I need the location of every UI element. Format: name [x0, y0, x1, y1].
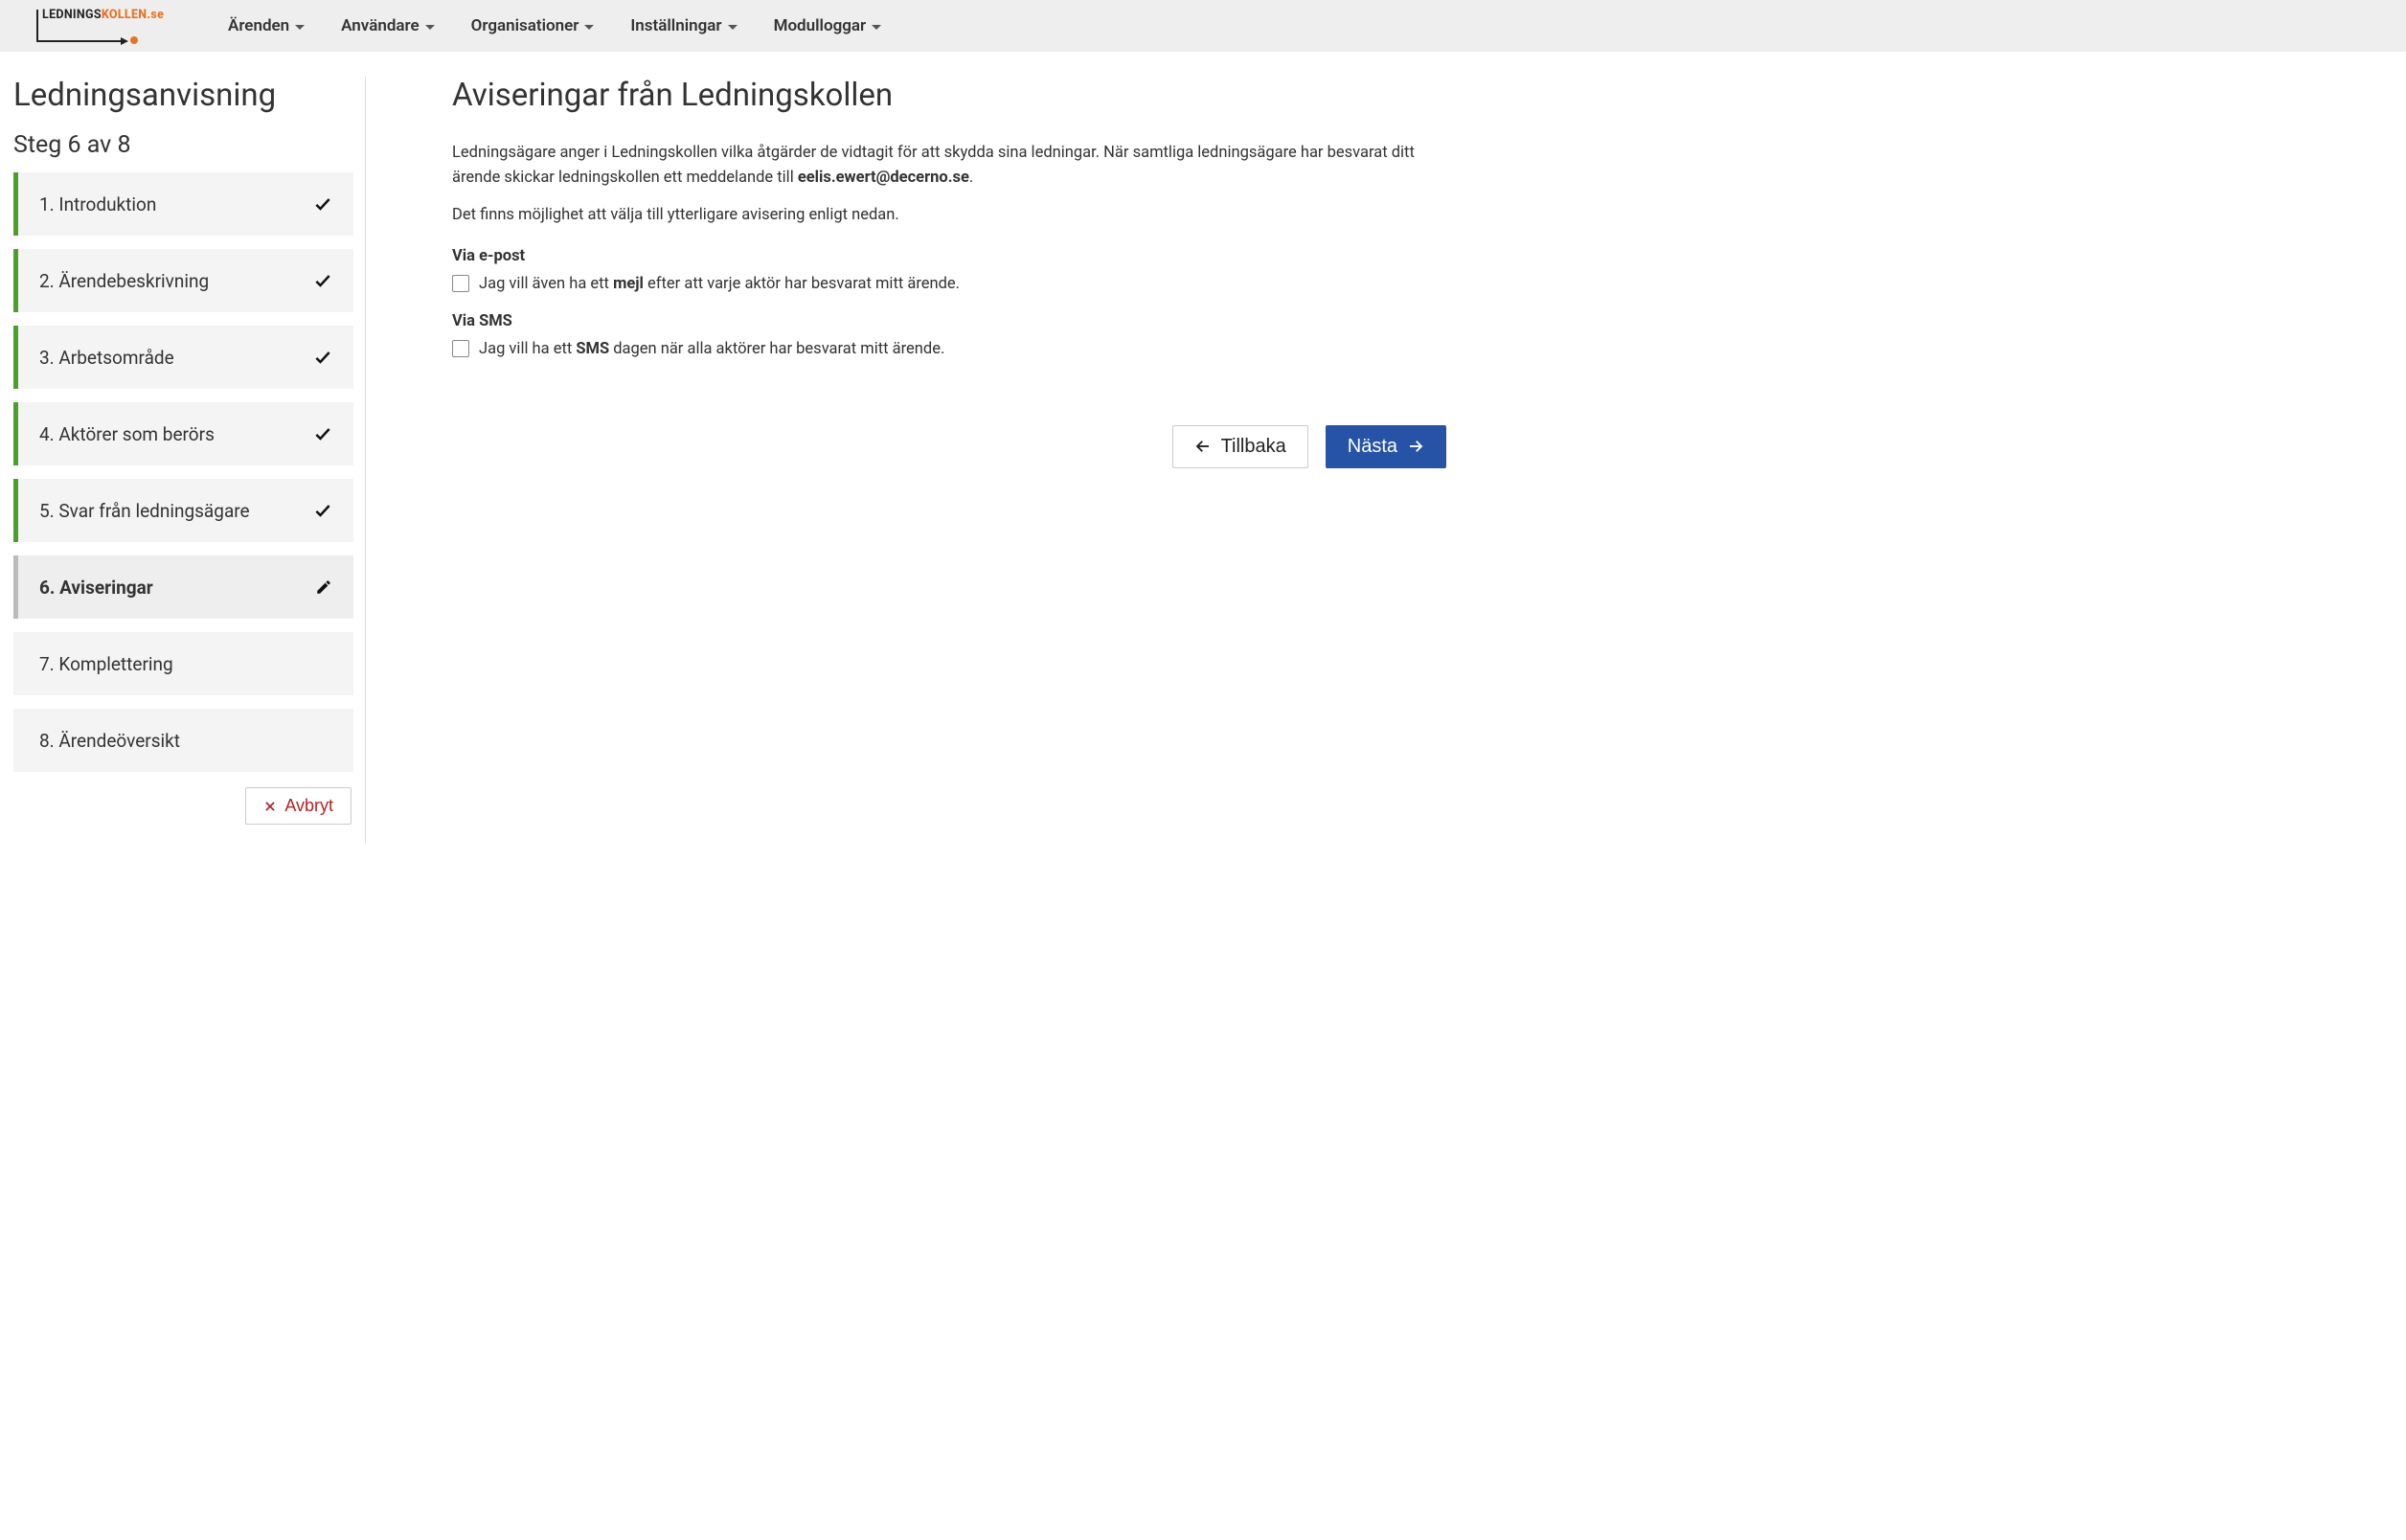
close-icon — [263, 800, 277, 813]
pencil-icon — [315, 578, 332, 596]
nav-item-arenden[interactable]: Ärenden — [218, 11, 314, 41]
step-item-arbetsomrade[interactable]: 3. Arbetsområde — [13, 326, 353, 389]
step-label: 2. Ärendebeskrivning — [18, 270, 209, 292]
main-content: Aviseringar från Ledningskollen Lednings… — [402, 77, 1456, 844]
next-label: Nästa — [1348, 436, 1397, 458]
sms-checkbox[interactable] — [452, 340, 469, 357]
nav-label: Organisationer — [471, 16, 579, 35]
chevron-down-icon — [584, 25, 594, 30]
top-navbar: LEDNINGSKOLLEN.se Ärenden Användare Orga… — [0, 0, 2406, 52]
step-item-komplettering[interactable]: 7. Komplettering — [13, 632, 353, 695]
step-item-aktorer[interactable]: 4. Aktörer som berörs — [13, 402, 353, 465]
step-item-arendeoversikt[interactable]: 8. Ärendeöversikt — [13, 709, 353, 772]
extra-avisering-text: Det finns möjlighet att välja till ytter… — [452, 203, 1419, 228]
intro-paragraph: Ledningsägare anger i Ledningskollen vil… — [452, 141, 1419, 190]
check-icon — [313, 501, 332, 520]
nav-item-installningar[interactable]: Inställningar — [621, 11, 746, 41]
chevron-down-icon — [872, 25, 881, 30]
check-icon — [313, 348, 332, 367]
nav-label: Modulloggar — [774, 16, 867, 35]
step-item-svar[interactable]: 5. Svar från ledningsägare — [13, 479, 353, 542]
check-icon — [313, 194, 332, 214]
email-checkbox[interactable] — [452, 275, 469, 292]
back-label: Tillbaka — [1221, 436, 1286, 458]
nav-item-organisationer[interactable]: Organisationer — [462, 11, 604, 41]
brand-axis-graphic — [33, 10, 176, 44]
step-item-introduktion[interactable]: 1. Introduktion — [13, 172, 353, 236]
back-button[interactable]: Tillbaka — [1172, 425, 1308, 468]
arrow-left-icon — [1194, 438, 1212, 455]
wizard-sidebar: Ledningsanvisning Steg 6 av 8 1. Introdu… — [13, 77, 366, 844]
nav-item-anvandare[interactable]: Användare — [331, 11, 443, 41]
step-label: 7. Komplettering — [18, 653, 173, 675]
next-button[interactable]: Nästa — [1326, 425, 1446, 468]
chevron-down-icon — [425, 25, 435, 30]
sms-checkbox-label[interactable]: Jag vill ha ett SMS dagen när alla aktör… — [479, 340, 944, 358]
step-label: 4. Aktörer som berörs — [18, 423, 215, 445]
step-label: 1. Introduktion — [18, 193, 156, 215]
step-item-arendebeskrivning[interactable]: 2. Ärendebeskrivning — [13, 249, 353, 312]
intro-email: eelis.ewert@decerno.se — [798, 169, 969, 187]
brand-logo[interactable]: LEDNINGSKOLLEN.se — [11, 8, 190, 44]
nav-item-modulloggar[interactable]: Modulloggar — [764, 11, 892, 41]
step-list: 1. Introduktion 2. Ärendebeskrivning 3. … — [13, 172, 353, 772]
page-title: Aviseringar från Ledningskollen — [452, 77, 1446, 114]
sidebar-step-counter: Steg 6 av 8 — [13, 131, 353, 159]
chevron-down-icon — [295, 25, 305, 30]
step-item-aviseringar[interactable]: 6. Aviseringar — [13, 555, 353, 619]
step-label: 8. Ärendeöversikt — [18, 730, 180, 752]
email-section-title: Via e-post — [452, 247, 1446, 265]
arrow-right-icon — [1407, 438, 1424, 455]
nav-label: Användare — [341, 16, 419, 35]
step-label: 5. Svar från ledningsägare — [18, 500, 250, 522]
sms-section-title: Via SMS — [452, 312, 1446, 330]
nav-menu: Ärenden Användare Organisationer Inställ… — [218, 11, 891, 41]
sidebar-title: Ledningsanvisning — [13, 77, 353, 114]
check-icon — [313, 424, 332, 443]
nav-label: Ärenden — [228, 16, 289, 35]
step-label: 6. Aviseringar — [18, 577, 153, 599]
cancel-button[interactable]: Avbryt — [245, 787, 352, 825]
chevron-down-icon — [728, 25, 738, 30]
footer-actions: Tillbaka Nästa — [452, 425, 1446, 468]
cancel-label: Avbryt — [284, 796, 333, 816]
email-checkbox-label[interactable]: Jag vill även ha ett mejl efter att varj… — [479, 275, 960, 293]
step-label: 3. Arbetsområde — [18, 347, 174, 369]
check-icon — [313, 271, 332, 290]
nav-label: Inställningar — [630, 16, 721, 35]
